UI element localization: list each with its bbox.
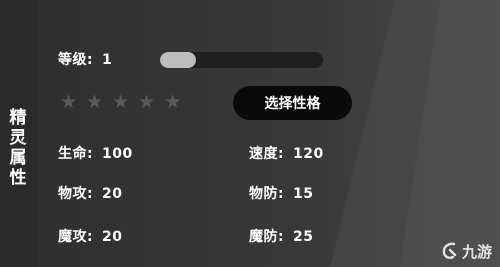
magic-defense-label: 魔防:	[249, 229, 285, 245]
panel-title-char: 灵	[9, 128, 27, 148]
star-icon: ★	[60, 91, 78, 113]
level-value: 1	[102, 52, 113, 68]
star-icon: ★	[164, 91, 182, 113]
magic-defense-value: 25	[293, 229, 314, 245]
panel-title-char: 精	[9, 108, 27, 128]
watermark-logo-icon	[442, 242, 457, 259]
speed-value: 120	[293, 146, 324, 162]
level-progress-fill	[160, 52, 196, 68]
select-personality-button[interactable]: 选择性格	[233, 86, 352, 120]
level-progress-bar	[160, 52, 323, 68]
physical-defense-label: 物防:	[249, 186, 285, 202]
star-rating: ★ ★ ★ ★ ★	[60, 92, 181, 112]
hp-label: 生命:	[58, 146, 94, 162]
physical-attack-label: 物攻:	[58, 186, 94, 202]
hp-value: 100	[102, 146, 133, 162]
star-icon: ★	[86, 91, 104, 113]
level-label: 等级:	[58, 52, 94, 68]
background-diagonal	[330, 0, 500, 267]
star-icon: ★	[112, 91, 130, 113]
watermark-text: 九游	[462, 242, 493, 261]
physical-attack-value: 20	[102, 186, 123, 202]
physical-defense-value: 15	[293, 186, 314, 202]
star-icon: ★	[138, 91, 156, 113]
watermark: 九游	[440, 240, 492, 262]
panel-title: 精 灵 属 性	[4, 108, 32, 188]
magic-attack-label: 魔攻:	[58, 229, 94, 245]
panel-title-char: 性	[9, 168, 27, 188]
magic-attack-value: 20	[102, 229, 123, 245]
panel-title-char: 属	[9, 148, 27, 168]
speed-label: 速度:	[249, 146, 285, 162]
